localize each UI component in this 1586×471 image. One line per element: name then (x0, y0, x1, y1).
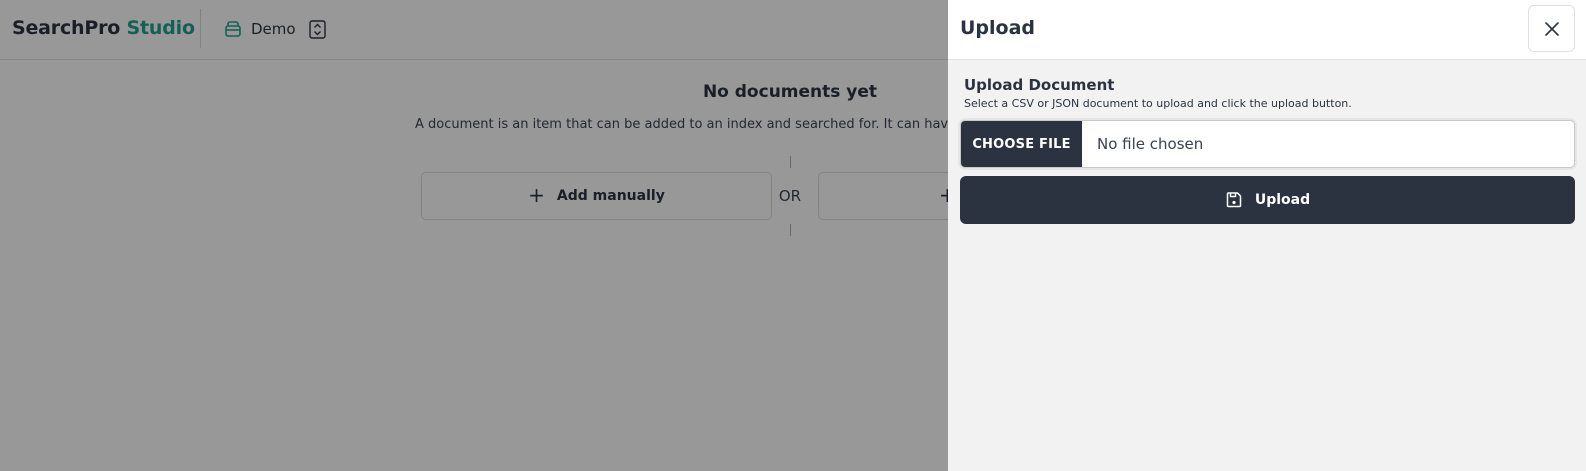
upload-button[interactable]: Upload (960, 176, 1575, 224)
drawer-header: Upload (948, 0, 1586, 60)
upload-button-label: Upload (1254, 192, 1311, 208)
upload-section-description: Select a CSV or JSON document to upload … (964, 97, 1352, 110)
close-icon (1544, 21, 1559, 36)
file-input[interactable]: CHOOSE FILE No file chosen (960, 120, 1575, 168)
drawer-title: Upload (960, 17, 1036, 39)
save-icon (1226, 192, 1242, 208)
file-status-text: No file chosen (1097, 135, 1204, 153)
upload-section-title: Upload Document (964, 76, 1115, 94)
close-button[interactable] (1528, 5, 1575, 52)
choose-file-button[interactable]: CHOOSE FILE (961, 121, 1082, 167)
upload-drawer: Upload Upload Document Select a CSV or J… (948, 0, 1586, 471)
